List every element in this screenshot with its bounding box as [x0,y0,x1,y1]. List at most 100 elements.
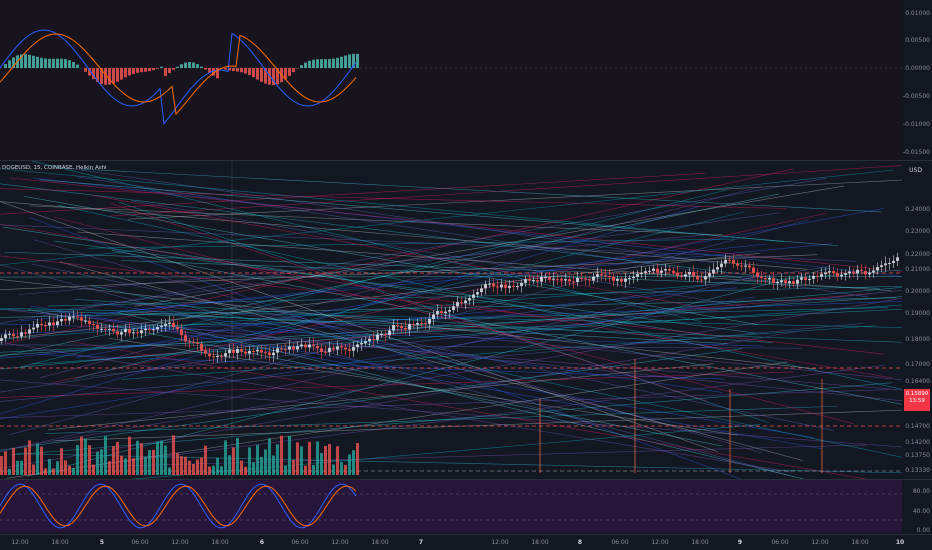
candle-body [504,284,507,288]
candle-body [376,334,379,340]
candle-body [316,345,319,349]
candle-body [896,257,899,261]
macd-axis-tick: 0.00500 [905,37,930,44]
candle-body [544,276,547,278]
macd-axis[interactable]: 0.01000 0.00500 0.00000 -0.00500 -0.01000 -0.… [902,0,932,160]
candle-body [80,317,83,321]
macd-histogram-bar [236,68,239,72]
candle-body [84,320,87,322]
macd-histogram-bar [52,58,55,68]
time-axis-tick: 12:00 [331,539,349,546]
volume-bar [140,443,143,475]
volume-bar [176,453,179,475]
volume-bar [84,438,87,475]
price-axis[interactable]: 0.24000 0.23000 0.22000 0.21000 0.20000 0.190… [902,161,932,479]
volume-bar [16,460,19,475]
candle-body [776,282,779,284]
time-axis[interactable]: 12:00 18:00 5 06:00 12:00 18:00 6 06:00 12:00 18:… [0,536,904,550]
macd-histogram-bar [300,65,303,68]
signal-line [0,33,357,116]
macd-histogram-bar [328,59,331,68]
macd-histogram-bar [288,68,291,76]
candle-body [540,276,543,282]
volume-bar [60,448,63,475]
macd-histogram-bar [196,64,199,68]
candle-body [684,274,687,277]
macd-histogram-bar [324,59,327,68]
candle-body [888,262,891,264]
candle-body [412,324,415,326]
stochastic-pane[interactable] [0,480,902,532]
volume-bar [112,446,115,475]
candle-body [296,346,299,350]
candle-body [180,329,183,336]
candle-body [564,279,567,281]
candle-body [208,353,211,357]
candle-body [816,275,819,277]
price-axis-tick: 0.20000 [905,288,930,295]
candle-body [424,323,427,325]
candle-body [156,327,159,330]
candle-body [32,327,35,330]
volume-bar [52,468,55,475]
volume-bar [228,455,231,475]
stochastic-axis[interactable]: 80.00 40.00 0.00 [902,480,932,534]
candle-body [700,279,703,281]
macd-histogram-bar [4,63,7,68]
volume-bar [68,465,71,475]
candle-body [284,349,287,351]
candle-body [100,328,103,330]
trend-line [66,340,868,479]
macd-histogram-bar [340,56,343,68]
trend-line [127,179,902,220]
price-axis-tick: 0.13750 [905,452,930,459]
candle-body [72,316,75,318]
volume-bar [172,435,175,475]
macd-line [0,29,357,125]
candle-body [672,270,675,273]
candle-body [432,314,435,319]
trend-line [27,267,829,477]
candle-body [624,278,627,282]
volume-bar [344,464,347,475]
price-chart [0,161,902,479]
volume-bar [56,461,59,475]
candle-body [312,344,315,346]
candle-body [244,351,247,354]
time-axis-tick: 12:00 [11,539,29,546]
candle-body [320,348,323,352]
macd-pane[interactable] [0,0,902,160]
candle-body [692,272,695,276]
macd-axis-tick: -0.00500 [903,93,930,100]
candle-body [788,281,791,284]
time-axis-tick: 18:00 [371,539,389,546]
time-axis-separator [0,534,932,535]
volume-bar [120,455,123,475]
macd-histogram-bar [240,68,243,73]
candle-body [812,275,815,279]
macd-histogram-bar [124,68,127,78]
macd-histogram-bar [192,62,195,68]
symbol-legend[interactable]: DOGEUSD, 15, COINBASE, Heikin Ashi [2,165,107,171]
time-axis-tick: 12:00 [171,539,189,546]
candle-body [152,329,155,331]
macd-histogram-bar [140,68,143,73]
candle-body [188,341,191,343]
volume-bar [76,444,79,475]
macd-histogram-bar [188,62,191,68]
candle-body [48,322,51,326]
macd-histogram-bar [248,68,251,76]
volume-bar [324,445,327,475]
price-pane[interactable] [0,161,902,479]
candle-body [864,270,867,275]
candle-body [236,349,239,353]
macd-histogram-bar [116,68,119,82]
volume-bar [64,460,67,475]
candle-body [56,321,59,326]
time-axis-tick: 18:00 [531,539,549,546]
time-axis-tick: 18:00 [691,539,709,546]
candle-body [0,338,3,341]
candle-body [408,324,411,330]
candle-body [892,260,895,263]
time-axis-tick: 7 [418,539,424,546]
